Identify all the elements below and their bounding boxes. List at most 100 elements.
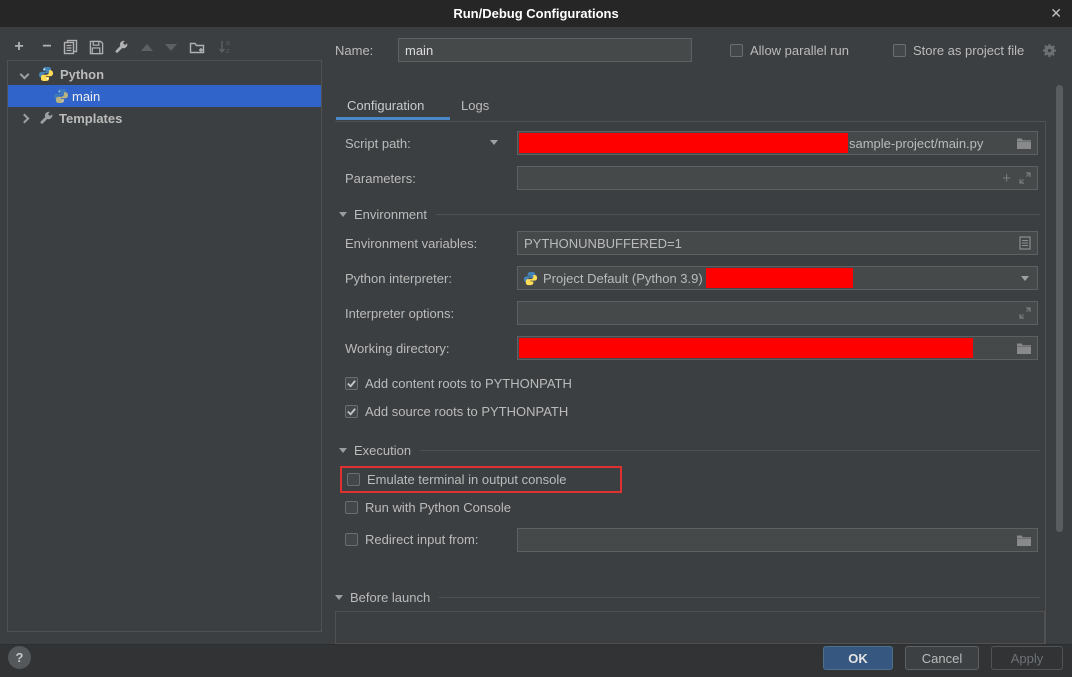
tree-item-label: Python — [60, 67, 104, 82]
wrench-icon — [114, 40, 129, 55]
before-launch-section-label: Before launch — [350, 590, 430, 605]
edit-defaults-button[interactable] — [112, 38, 130, 56]
redirect-input-checkbox[interactable]: Redirect input from: — [345, 532, 478, 547]
allow-parallel-run-checkbox[interactable]: Allow parallel run — [730, 43, 849, 58]
tree-item-templates[interactable]: Templates — [8, 107, 321, 129]
collapse-triangle-icon[interactable] — [335, 595, 343, 600]
checkbox-unchecked-icon[interactable] — [345, 501, 358, 514]
save-icon — [89, 40, 104, 55]
redacted-region — [519, 338, 973, 358]
close-icon[interactable]: ✕ — [1050, 5, 1062, 22]
add-source-roots-checkbox[interactable]: Add source roots to PYTHONPATH — [345, 404, 568, 419]
allow-parallel-run-label: Allow parallel run — [750, 43, 849, 58]
add-configuration-button[interactable]: + — [10, 38, 28, 56]
expand-field-icon[interactable] — [1019, 307, 1031, 319]
expand-field-icon[interactable] — [1019, 172, 1031, 184]
checkbox-unchecked-icon[interactable] — [347, 473, 360, 486]
section-divider — [436, 214, 1040, 215]
move-up-icon — [141, 44, 153, 51]
working-directory-input[interactable] — [517, 336, 1038, 360]
checkbox-checked-icon[interactable] — [345, 405, 358, 418]
python-icon — [523, 271, 538, 286]
environment-variables-value: PYTHONUNBUFFERED=1 — [518, 236, 682, 251]
move-up-button[interactable] — [138, 38, 156, 56]
run-with-python-console-checkbox[interactable]: Run with Python Console — [345, 500, 511, 515]
ok-button[interactable]: OK — [823, 646, 893, 670]
run-debug-configurations-dialog: Run/Debug Configurations ✕ + − — [0, 0, 1072, 677]
move-down-button[interactable] — [162, 38, 180, 56]
parameters-input[interactable]: + — [517, 166, 1038, 190]
environment-variables-label: Environment variables: — [345, 236, 477, 252]
copy-icon — [63, 39, 79, 55]
collapse-triangle-icon[interactable] — [339, 212, 347, 217]
vertical-scrollbar[interactable] — [1056, 85, 1063, 532]
tree-item-main[interactable]: main — [8, 85, 321, 107]
tab-configuration[interactable]: Configuration — [347, 96, 424, 116]
tree-item-python[interactable]: Python — [8, 63, 321, 85]
emulate-terminal-label: Emulate terminal in output console — [367, 472, 566, 487]
parameters-label: Parameters: — [345, 171, 416, 187]
checkbox-unchecked-icon[interactable] — [893, 44, 906, 57]
browse-folder-icon[interactable] — [1016, 341, 1032, 355]
python-interpreter-label: Python interpreter: — [345, 271, 452, 287]
add-macro-icon[interactable]: + — [1002, 170, 1011, 187]
python-icon — [53, 88, 69, 104]
new-folder-button[interactable] — [188, 38, 206, 56]
interpreter-options-input[interactable] — [517, 301, 1038, 325]
script-path-dropdown-icon[interactable] — [490, 140, 498, 145]
python-interpreter-value: Project Default (Python 3.9) — [543, 271, 703, 286]
active-tab-underline — [336, 117, 450, 120]
name-input[interactable] — [398, 38, 692, 62]
remove-configuration-button[interactable]: − — [38, 38, 56, 56]
sort-configurations-button[interactable]: a z — [216, 38, 234, 56]
name-input-field[interactable] — [399, 43, 691, 58]
plus-icon: + — [14, 39, 23, 55]
checkbox-unchecked-icon[interactable] — [345, 533, 358, 546]
cancel-button[interactable]: Cancel — [905, 646, 979, 670]
environment-variables-input[interactable]: PYTHONUNBUFFERED=1 — [517, 231, 1038, 255]
checkbox-unchecked-icon[interactable] — [730, 44, 743, 57]
save-configuration-button[interactable] — [87, 38, 105, 56]
collapse-triangle-icon[interactable] — [339, 448, 347, 453]
python-interpreter-combobox[interactable]: Project Default (Python 3.9) — [517, 266, 1038, 290]
apply-button[interactable]: Apply — [991, 646, 1063, 670]
python-icon — [38, 66, 54, 82]
chevron-down-icon[interactable] — [20, 69, 30, 79]
help-button[interactable]: ? — [8, 646, 31, 669]
emulate-terminal-checkbox[interactable]: Emulate terminal in output console — [347, 472, 566, 487]
chevron-right-icon[interactable] — [20, 113, 30, 123]
svg-text:z: z — [226, 48, 230, 55]
store-as-project-file-checkbox[interactable]: Store as project file — [893, 43, 1024, 58]
script-path-input[interactable]: sample-project/main.py — [517, 131, 1038, 155]
chevron-down-icon[interactable] — [1021, 276, 1029, 281]
redacted-region — [706, 268, 853, 288]
dialog-title: Run/Debug Configurations — [0, 0, 1072, 27]
tab-logs[interactable]: Logs — [461, 96, 489, 116]
move-down-icon — [165, 44, 177, 51]
browse-folder-icon[interactable] — [1016, 136, 1032, 150]
run-with-python-console-label: Run with Python Console — [365, 500, 511, 515]
section-divider — [420, 450, 1040, 451]
execution-section-label: Execution — [354, 443, 411, 458]
add-content-roots-checkbox[interactable]: Add content roots to PYTHONPATH — [345, 376, 572, 391]
checkbox-checked-icon[interactable] — [345, 377, 358, 390]
content-panel-border — [1045, 121, 1046, 644]
environment-section-header[interactable]: Environment — [339, 207, 1040, 222]
store-as-project-file-label: Store as project file — [913, 43, 1024, 58]
redacted-region — [519, 133, 848, 153]
svg-text:a: a — [226, 40, 230, 47]
before-launch-task-list[interactable] — [335, 611, 1045, 644]
copy-configuration-button[interactable] — [62, 38, 80, 56]
edit-variables-icon[interactable] — [1019, 236, 1031, 250]
execution-section-header[interactable]: Execution — [339, 443, 1040, 458]
section-divider — [439, 597, 1040, 598]
gear-icon[interactable] — [1042, 43, 1057, 58]
script-path-label: Script path: — [345, 136, 411, 152]
redirect-input-path-input[interactable] — [517, 528, 1038, 552]
configurations-tree-panel: Python main Templates — [7, 60, 322, 632]
before-launch-section-header[interactable]: Before launch — [335, 590, 1040, 605]
new-folder-icon — [189, 40, 205, 55]
script-path-value: sample-project/main.py — [849, 136, 983, 151]
browse-folder-icon[interactable] — [1016, 533, 1032, 547]
tree-item-label: Templates — [59, 111, 122, 126]
